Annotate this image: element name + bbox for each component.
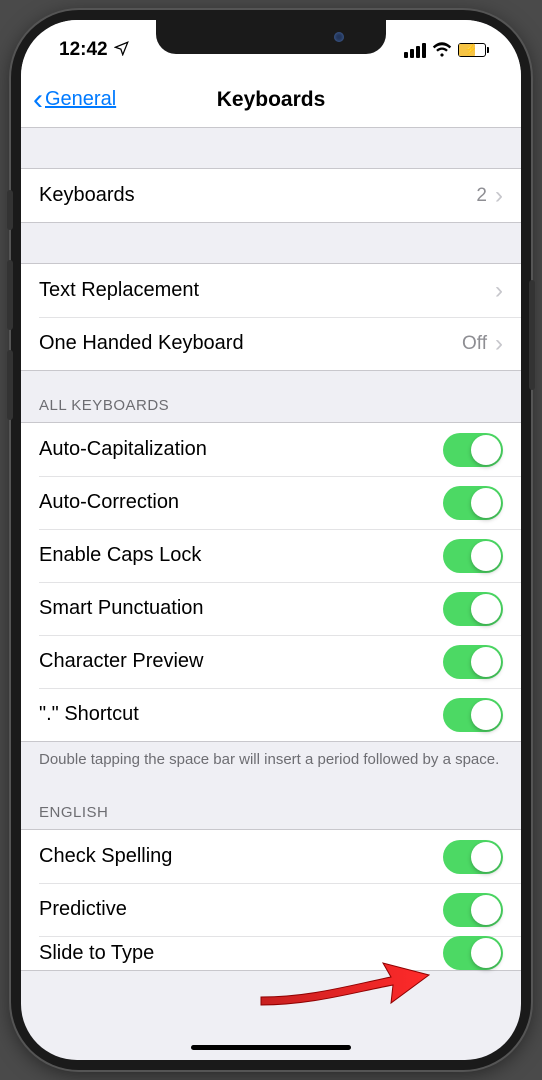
cellular-signal-icon [404, 43, 426, 58]
side-button-power [529, 280, 535, 390]
page-title: Keyboards [217, 88, 326, 112]
toggle-switch[interactable] [443, 893, 503, 927]
cell-label: One Handed Keyboard [39, 332, 462, 355]
cell-label: Enable Caps Lock [39, 544, 443, 567]
screen: 12:42 ⚡ ‹ General Keyboard [21, 20, 521, 1060]
front-camera-icon [334, 32, 344, 42]
chevron-right-icon: › [495, 277, 503, 305]
side-button-volume-down [7, 350, 13, 420]
status-time: 12:42 [59, 39, 108, 61]
text-replacement-row[interactable]: Text Replacement › [21, 264, 521, 317]
battery-icon: ⚡ [458, 43, 489, 57]
home-indicator[interactable] [191, 1045, 351, 1050]
toggle-switch[interactable] [443, 645, 503, 679]
toggle-switch[interactable] [443, 936, 503, 970]
side-button-silent [7, 190, 13, 230]
cell-label: Auto-Correction [39, 491, 443, 514]
toggle-switch[interactable] [443, 698, 503, 732]
cell-label: Check Spelling [39, 845, 443, 868]
one-handed-keyboard-row[interactable]: One Handed Keyboard Off › [21, 317, 521, 370]
settings-scroll[interactable]: Keyboards 2 › Text Replacement › One Han… [21, 128, 521, 1060]
back-label: General [45, 88, 116, 111]
cell-label: "." Shortcut [39, 703, 443, 726]
side-button-volume-up [7, 260, 13, 330]
toggle-switch[interactable] [443, 486, 503, 520]
toggle-switch[interactable] [443, 539, 503, 573]
cell-label: Smart Punctuation [39, 597, 443, 620]
chevron-right-icon: › [495, 182, 503, 210]
cell-label: Slide to Type [39, 942, 443, 965]
navigation-bar: ‹ General Keyboards [21, 72, 521, 128]
slide-to-type-row[interactable]: Slide to Type [21, 936, 521, 970]
notch [156, 20, 386, 54]
section-header-english: ENGLISH [21, 778, 521, 829]
toggle-switch[interactable] [443, 433, 503, 467]
auto-correction-row[interactable]: Auto-Correction [21, 476, 521, 529]
chevron-left-icon: ‹ [33, 85, 43, 115]
cell-detail: Off [462, 333, 487, 355]
auto-capitalization-row[interactable]: Auto-Capitalization [21, 423, 521, 476]
chevron-right-icon: › [495, 330, 503, 358]
character-preview-row[interactable]: Character Preview [21, 635, 521, 688]
cell-label: Text Replacement [39, 279, 495, 302]
section-footer: Double tapping the space bar will insert… [21, 742, 521, 778]
cell-detail: 2 [476, 185, 487, 207]
check-spelling-row[interactable]: Check Spelling [21, 830, 521, 883]
location-icon [114, 41, 129, 60]
phone-frame: 12:42 ⚡ ‹ General Keyboard [11, 10, 531, 1070]
cell-label: Predictive [39, 898, 443, 921]
toggle-switch[interactable] [443, 840, 503, 874]
wifi-icon [432, 40, 452, 60]
period-shortcut-row[interactable]: "." Shortcut [21, 688, 521, 741]
back-button[interactable]: ‹ General [33, 85, 116, 115]
cell-label: Character Preview [39, 650, 443, 673]
toggle-switch[interactable] [443, 592, 503, 626]
cell-label: Auto-Capitalization [39, 438, 443, 461]
smart-punctuation-row[interactable]: Smart Punctuation [21, 582, 521, 635]
predictive-row[interactable]: Predictive [21, 883, 521, 936]
enable-caps-lock-row[interactable]: Enable Caps Lock [21, 529, 521, 582]
section-header-all-keyboards: ALL KEYBOARDS [21, 371, 521, 422]
keyboards-row[interactable]: Keyboards 2 › [21, 169, 521, 222]
cell-label: Keyboards [39, 184, 476, 207]
